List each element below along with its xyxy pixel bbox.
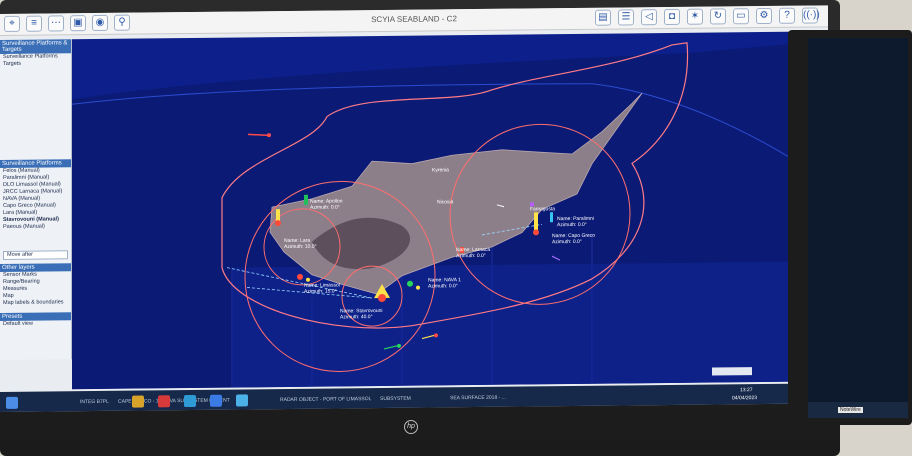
second-monitor: NoteWire xyxy=(788,30,912,425)
hp-logo: hp xyxy=(404,420,418,434)
taskbar-item[interactable]: SUBSYSTEM xyxy=(380,396,411,402)
screen-icon[interactable]: ▭ xyxy=(733,8,749,25)
taskbar-item[interactable]: INTEG B7PL xyxy=(80,399,109,405)
taskbar-item[interactable]: SEA SURFACE 2018 - ... xyxy=(450,395,506,402)
layer-item[interactable]: Map labels & boundaries xyxy=(0,299,71,307)
sensor-label-sub: Azimuth: 0.0° xyxy=(310,204,340,210)
sensor-label-sub: Azimuth: 40.0° xyxy=(340,314,373,320)
sensor-label-sub: Azimuth: 15.0° xyxy=(304,288,337,294)
clock-date[interactable]: 04/04/2023 xyxy=(732,395,757,401)
app-icon[interactable] xyxy=(210,394,222,407)
windows-icon[interactable] xyxy=(6,396,18,409)
second-taskbar-label[interactable]: NoteWire xyxy=(838,407,863,413)
sensor-label-sub: Azimuth: 0.0° xyxy=(456,253,486,259)
place-label: Famagusta xyxy=(530,206,555,212)
clock-time[interactable]: 13:27 xyxy=(740,387,753,393)
right-toolbar: ▤ ☰ ◁ ◘ ✶ ↻ ▭ ⚙ ? ((·)) xyxy=(595,7,820,26)
title-bar: ⌖ ≡ ⋯ ▣ ◉ ⚲ SCYIA SEABLAND - C2 ▤ ☰ ◁ ◘ … xyxy=(0,5,828,36)
sensor-label-sub: Azimuth: 10.0° xyxy=(284,244,317,250)
radio-icon[interactable]: ((·)) xyxy=(802,7,820,24)
place-label: Kyrenia xyxy=(432,167,449,173)
photo-scene: ⌖ ≡ ⋯ ▣ ◉ ⚲ SCYIA SEABLAND - C2 ▤ ☰ ◁ ◘ … xyxy=(0,0,912,456)
map-view[interactable]: Kyrenia Nicosia Famagusta Name: Lara Azi… xyxy=(72,31,822,390)
taskbar-item[interactable]: RADAR OBJECT - PORT OF LIMASSOL xyxy=(280,396,371,403)
scale-bar xyxy=(712,367,752,376)
help-icon[interactable]: ? xyxy=(779,7,795,24)
sensor-apollon[interactable] xyxy=(304,194,308,205)
second-taskbar: NoteWire xyxy=(808,402,908,418)
sidebar: Surveillance Platforms & Targets Surveil… xyxy=(0,39,72,360)
screen: ⌖ ≡ ⋯ ▣ ◉ ⚲ SCYIA SEABLAND - C2 ▤ ☰ ◁ ◘ … xyxy=(0,5,828,412)
mute-icon[interactable]: ◁ xyxy=(641,9,657,26)
list-icon[interactable]: ☰ xyxy=(618,9,634,26)
app-icon[interactable] xyxy=(158,395,170,408)
folder-icon[interactable] xyxy=(132,395,144,408)
compass-icon[interactable]: ✶ xyxy=(687,8,703,25)
sensor-label-sub: Azimuth: 0.0° xyxy=(428,283,458,289)
app-icon[interactable] xyxy=(236,394,248,407)
sensor-label-sub: Azimuth: 0.0° xyxy=(557,222,587,228)
sensor-label-sub: Azimuth: 0.0° xyxy=(552,239,582,245)
preset-item[interactable]: Default view xyxy=(0,320,71,328)
move-after-label: Move after xyxy=(7,251,33,258)
sensor-paralimni[interactable] xyxy=(550,212,553,223)
gear-icon[interactable]: ⚙ xyxy=(756,7,772,25)
camera-icon[interactable]: ◘ xyxy=(664,8,680,26)
main-monitor: ⌖ ≡ ⋯ ▣ ◉ ⚲ SCYIA SEABLAND - C2 ▤ ☰ ◁ ◘ … xyxy=(0,0,840,456)
sidebar-header: Surveillance Platforms & Targets xyxy=(0,39,71,54)
map-canvas: Kyrenia Nicosia Famagusta Name: Lara Azi… xyxy=(72,41,822,390)
second-screen: NoteWire xyxy=(808,38,908,418)
sync-icon[interactable]: ↻ xyxy=(710,8,726,25)
edge-icon[interactable] xyxy=(184,394,196,408)
place-label: Nicosia xyxy=(437,199,454,205)
doc-icon[interactable]: ▤ xyxy=(595,9,611,26)
